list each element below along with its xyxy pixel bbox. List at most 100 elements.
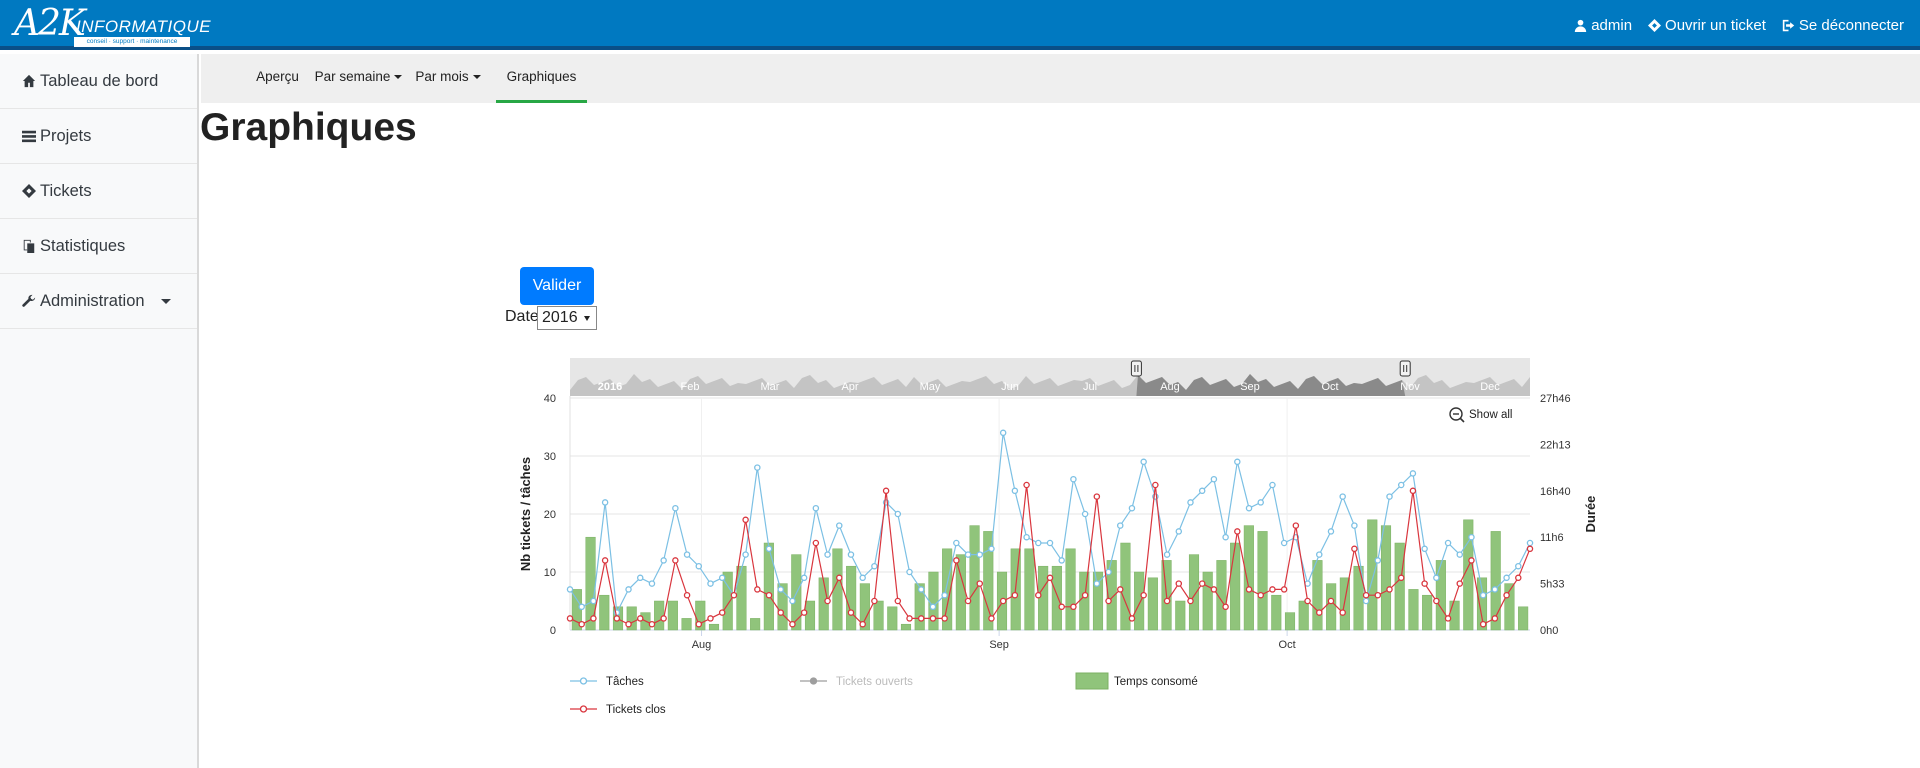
y-left-tick-label: 20: [544, 509, 556, 521]
tickets-clos-point: [1327, 597, 1335, 605]
tickets-clos-point: [1503, 591, 1510, 599]
caret-down-icon: [584, 316, 590, 321]
tab-graphiques[interactable]: Graphiques: [496, 54, 587, 103]
taches-point: [648, 580, 656, 587]
taches-point: [789, 597, 796, 605]
submit-button[interactable]: Valider: [520, 267, 594, 305]
navigator-handle: [1130, 360, 1142, 377]
taches-point: [1351, 522, 1358, 529]
taches-point: [953, 539, 960, 547]
tickets-clos-point: [765, 591, 773, 599]
tab-label: Graphiques: [506, 69, 577, 84]
taches-point: [941, 591, 948, 599]
open-ticket-link[interactable]: Ouvrir un ticket: [1648, 17, 1766, 34]
tickets-clos-point: [941, 615, 948, 622]
navigator-month-label: Apr: [841, 381, 858, 393]
temps-consome-bar: [1051, 565, 1062, 631]
tickets-clos-point: [1515, 574, 1522, 582]
y-right-tick-label: 22h13: [1540, 439, 1571, 451]
taches-point: [1058, 557, 1065, 564]
sidebar-item-projects[interactable]: Projets: [0, 109, 197, 164]
sidebar-item-tickets[interactable]: Tickets: [0, 164, 197, 219]
taches-point: [1515, 562, 1522, 570]
sign-out-icon: [1782, 19, 1795, 31]
taches-point: [964, 551, 972, 558]
taches-point: [1339, 493, 1346, 500]
taches-point: [754, 464, 761, 471]
page-title: Graphiques: [200, 106, 417, 149]
taches-point: [1456, 551, 1464, 558]
tickets-clos-point: [1386, 586, 1393, 593]
graphiques-chart: 2016 Feb Mar Apr May Jun Jul Aug Sep Oct Nov Dec 0 10…: [518, 358, 1598, 716]
temps-consome-bar: [900, 623, 912, 631]
taches-point: [777, 586, 784, 593]
taches-point: [812, 504, 820, 512]
navigator-month-label: Mar: [761, 381, 780, 393]
tickets-clos-point: [1292, 522, 1300, 529]
temps-consome-bar: [1202, 571, 1213, 631]
temps-consome-bar: [1243, 525, 1254, 631]
navigator-month-label: Oct: [1321, 381, 1338, 393]
temps-consome-bar: [667, 600, 678, 631]
taches-point: [1210, 475, 1218, 483]
tickets-clos-point: [1491, 615, 1499, 622]
tickets-clos-point: [683, 591, 691, 599]
sidebar-item-dashboard[interactable]: Tableau de bord: [0, 54, 197, 109]
tickets-clos-point: [648, 620, 656, 628]
taches-point: [1222, 533, 1229, 541]
temps-consome-bar: [1435, 560, 1446, 631]
taches-point: [1280, 539, 1288, 547]
taches-point: [1105, 568, 1112, 576]
taches-point: [636, 574, 644, 582]
tickets-clos-point: [1222, 603, 1229, 611]
temps-consome-bar: [1408, 589, 1419, 631]
brand-logo[interactable]: A2K INFORMATIQUE conseil · support · mai…: [14, 4, 211, 47]
open-ticket-label: Ouvrir un ticket: [1665, 16, 1766, 34]
taches-point: [1128, 504, 1136, 512]
tickets-clos-point: [964, 597, 972, 605]
tickets-clos-point: [1269, 586, 1276, 593]
temps-consome-bar: [708, 623, 720, 631]
taches-point: [1444, 539, 1452, 547]
tickets-clos-point: [1070, 603, 1077, 611]
legend-item-label: Tickets clos: [606, 704, 666, 716]
tickets-clos-point: [660, 615, 667, 622]
chevron-down-icon: [160, 298, 171, 304]
sidebar-item-label: Statistiques: [40, 236, 126, 255]
tickets-clos-point: [1397, 574, 1405, 582]
tab-apercu[interactable]: Aperçu: [245, 54, 310, 103]
y-right-tick-label: 16h40: [1540, 486, 1571, 498]
tab-par-semaine[interactable]: Par semaine: [310, 54, 407, 103]
temps-consome-bar: [1326, 583, 1337, 631]
tickets-clos-point: [859, 620, 866, 628]
taches-point: [1327, 528, 1335, 535]
tickets-clos-point: [917, 615, 925, 622]
taches-point: [1011, 487, 1019, 495]
wrench-icon: [22, 294, 36, 307]
copy-icon: [23, 239, 35, 253]
logout-link[interactable]: Se déconnecter: [1782, 17, 1904, 34]
tickets-clos-point: [718, 609, 726, 616]
temps-consome-bar: [1518, 606, 1529, 631]
tab-par-mois[interactable]: Par mois: [407, 54, 489, 103]
tickets-clos-point: [1210, 586, 1218, 593]
navigator-month-label: Sep: [1240, 381, 1260, 393]
temps-consome-bar: [1449, 600, 1460, 631]
date-select[interactable]: 2016: [537, 306, 597, 330]
tickets-clos-point: [836, 574, 843, 582]
sidebar-item-statistics[interactable]: Statistiques: [0, 219, 197, 274]
tickets-clos-point: [1351, 545, 1358, 553]
taches-point: [1257, 499, 1264, 506]
tickets-clos-point: [1433, 597, 1440, 605]
taches-point: [1479, 591, 1487, 599]
temps-consome-bar: [1257, 531, 1268, 631]
temps-consome-bar: [969, 525, 980, 631]
taches-point: [1386, 493, 1393, 500]
tickets-clos-point: [824, 597, 831, 605]
navigator-month-label: 2016: [598, 381, 622, 393]
top-navbar: A2K INFORMATIQUE conseil · support · mai…: [0, 0, 1920, 50]
tickets-clos-point: [1116, 586, 1124, 593]
sidebar-item-administration[interactable]: Administration: [0, 274, 197, 329]
y-right-tick-label: 0h0: [1540, 625, 1558, 637]
admin-link[interactable]: admin: [1574, 17, 1632, 34]
